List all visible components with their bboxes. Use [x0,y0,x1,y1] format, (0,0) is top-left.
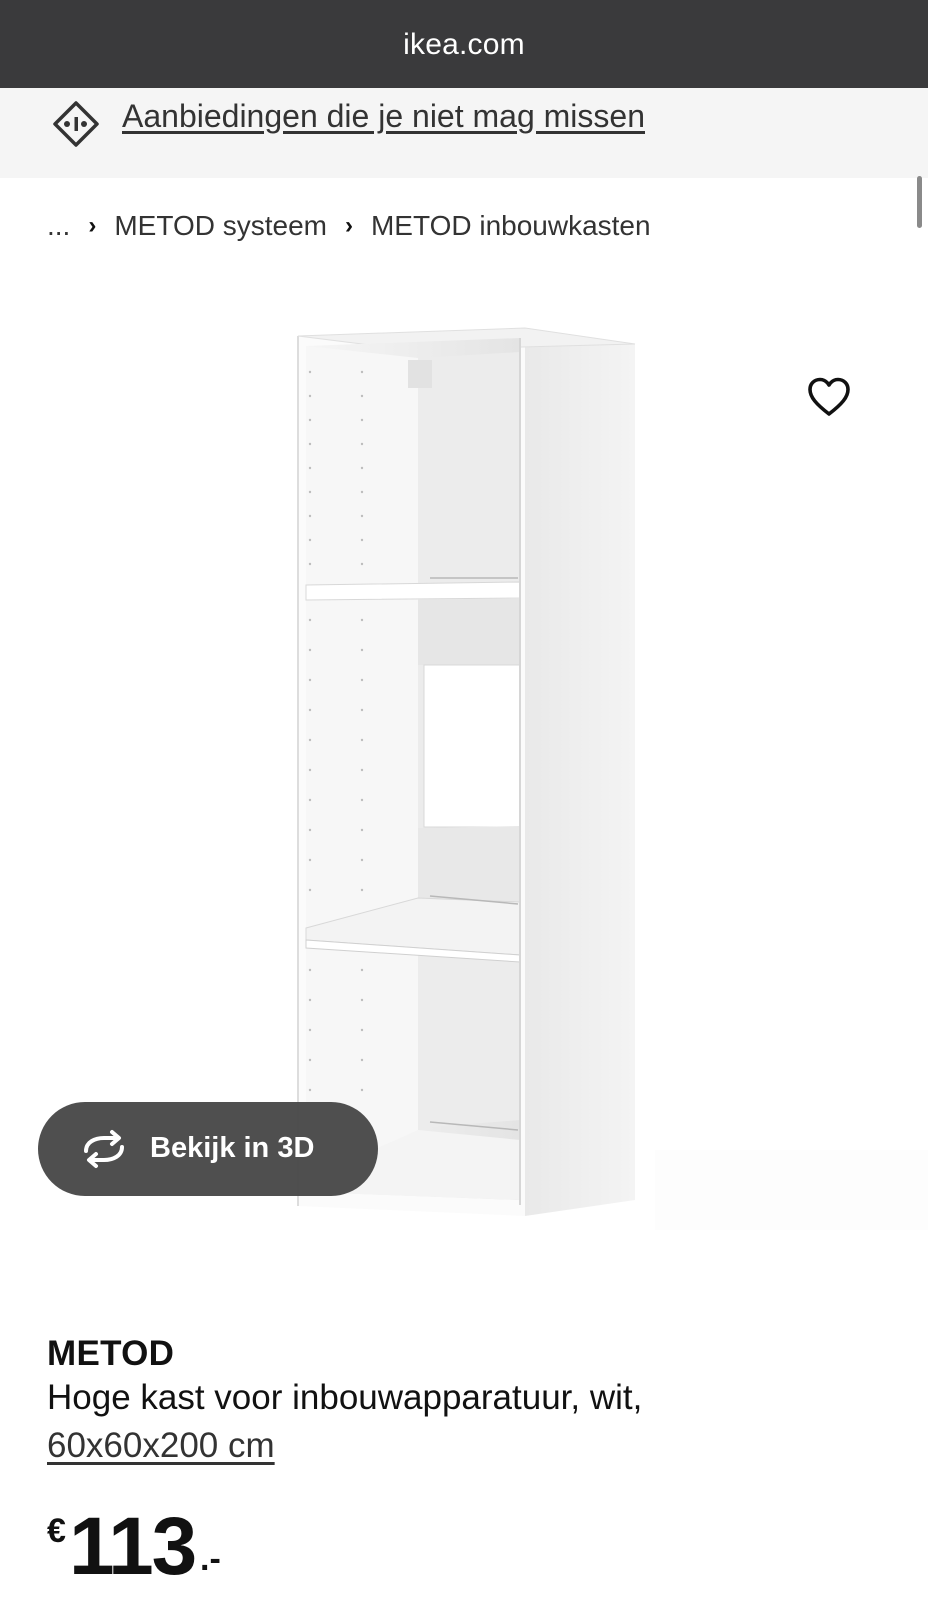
product-size-link[interactable]: 60x60x200 cm [47,1426,275,1466]
promo-banner: Aanbiedingen die je niet mag missen [0,88,928,178]
breadcrumb-item-metod-inbouwkasten[interactable]: METOD inbouwkasten [371,210,651,242]
breadcrumb-item-metod-systeem[interactable]: METOD systeem [114,210,327,242]
price-suffix: .- [200,1540,221,1578]
promo-link[interactable]: Aanbiedingen die je niet mag missen [122,98,645,135]
url-text: ikea.com [403,28,525,61]
chevron-right-icon: › [88,212,97,239]
view-in-3d-label: Bekijk in 3D [150,1132,315,1164]
product-description: Hoge kast voor inbouwapparatuur, wit, [47,1378,643,1417]
chevron-right-icon: › [344,212,353,239]
tag-icon [53,101,99,147]
breadcrumb: ... › METOD systeem › METOD inbouwkasten [47,206,651,246]
scrollbar[interactable] [917,176,922,228]
view-in-3d-button[interactable]: Bekijk in 3D [38,1102,378,1196]
price-amount: 113 [69,1501,197,1592]
product-image[interactable] [0,300,928,1240]
breadcrumb-ellipsis[interactable]: ... [47,210,70,242]
product-name: METOD [47,1334,175,1373]
price-currency: € [47,1512,66,1550]
heart-icon[interactable] [806,376,852,418]
browser-url-bar[interactable]: ikea.com [0,0,928,88]
rotate-3d-icon [84,1130,124,1168]
